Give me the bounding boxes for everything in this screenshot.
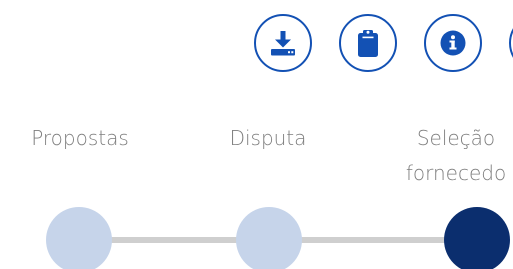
step-label-selecao-fornecedor: Seleção fornecedo — [405, 126, 507, 185]
step-node-selecao-fornecedor[interactable] — [444, 207, 510, 269]
info-button[interactable] — [424, 14, 482, 72]
page: Propostas Disputa Seleção fornecedo — [0, 0, 513, 269]
step-connector — [105, 237, 240, 243]
step-connector — [297, 237, 447, 243]
step-node-disputa[interactable] — [236, 207, 302, 269]
more-actions-button[interactable] — [509, 14, 513, 72]
info-icon — [440, 30, 466, 56]
step-node-propostas[interactable] — [46, 207, 112, 269]
download-icon — [271, 31, 295, 56]
clipboard-button[interactable] — [339, 14, 397, 72]
step-label-disputa: Disputa — [229, 126, 307, 150]
clipboard-icon — [358, 30, 378, 57]
step-label-propostas: Propostas — [31, 126, 129, 150]
download-button[interactable] — [254, 14, 312, 72]
